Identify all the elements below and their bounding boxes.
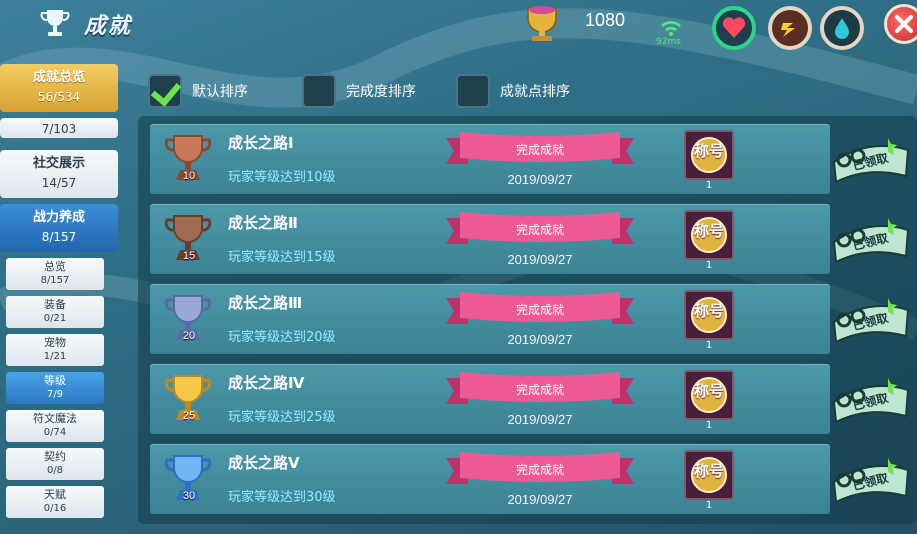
reward-count: 1 xyxy=(705,180,713,191)
trophy-level: 25 xyxy=(182,410,196,422)
sort-points-checkbox[interactable] xyxy=(456,74,490,108)
close-icon xyxy=(895,15,913,33)
sidebar-item-count: 8/157 xyxy=(41,230,77,244)
sidebar-item-overview[interactable]: 成就总览 56/534 xyxy=(0,64,118,112)
sidebar-item-label: 成就总览 xyxy=(32,70,85,85)
top-bar: 成就 1080 92ms xyxy=(0,0,917,56)
achievement-row[interactable]: 15 成长之路Ⅱ 玩家等级达到15级 完成成就 2019/09/27 称号 1 xyxy=(150,204,830,274)
achievement-description: 玩家等级达到15级 xyxy=(228,250,336,265)
achievement-row[interactable]: 10 成长之路Ⅰ 玩家等级达到10级 完成成就 2019/09/27 称号 1 xyxy=(150,124,830,194)
achievement-description: 玩家等级达到25级 xyxy=(228,410,336,425)
gold-cup-currency-icon xyxy=(527,6,557,41)
sidebar-sub-count: 8/157 xyxy=(40,275,70,286)
trophy-level: 20 xyxy=(182,330,196,342)
completion-date: 2019/09/27 xyxy=(507,412,573,427)
sidebar-item-label: 社交展示 xyxy=(32,156,85,171)
sidebar-sub-count: 1/21 xyxy=(43,351,67,362)
completion-date: 2019/09/27 xyxy=(507,172,573,187)
sidebar-sub-count: 0/16 xyxy=(43,503,67,514)
achievement-name: 成长之路Ⅴ xyxy=(228,454,300,472)
drop-icon xyxy=(835,18,849,39)
sort-default-label: 默认排序 xyxy=(192,84,248,100)
achievement-description: 玩家等级达到10级 xyxy=(228,170,336,185)
sidebar-sub-count: 7/9 xyxy=(46,389,64,400)
sidebar-item-count: 7/103 xyxy=(41,122,77,136)
sidebar-sub-pet[interactable]: 宠物 1/21 xyxy=(6,334,104,366)
completion-date: 2019/09/27 xyxy=(507,252,573,267)
sort-points-option[interactable]: 成就点排序 xyxy=(456,74,570,108)
sort-default-option[interactable]: 默认排序 xyxy=(148,74,248,108)
reward-label: 称号 xyxy=(693,382,724,400)
achievement-row[interactable]: 20 成长之路Ⅲ 玩家等级达到20级 完成成就 2019/09/27 称号 1 xyxy=(150,284,830,354)
achievement-row[interactable]: 25 成长之路Ⅳ 玩家等级达到25级 完成成就 2019/09/27 称号 1 xyxy=(150,364,830,434)
trophy-level: 10 xyxy=(182,170,196,182)
trophy-level: 30 xyxy=(182,490,196,502)
sidebar-sub-label: 宠物 xyxy=(44,336,66,349)
achievement-status: 完成成就 xyxy=(515,223,564,237)
sidebar-sub-count: 0/8 xyxy=(46,465,64,476)
reward-label: 称号 xyxy=(693,462,724,480)
achievement-status: 完成成就 xyxy=(515,303,564,317)
achievement-status: 完成成就 xyxy=(515,463,564,477)
sidebar-sub-equipment[interactable]: 装备 0/21 xyxy=(6,296,104,328)
reward-label: 称号 xyxy=(693,142,724,160)
reward-count: 1 xyxy=(705,500,713,511)
achievement-description: 玩家等级达到20级 xyxy=(228,330,336,345)
reward-count: 1 xyxy=(705,340,713,351)
reward-count: 1 xyxy=(705,420,713,431)
reward-label: 称号 xyxy=(693,222,724,240)
sidebar-sub-level[interactable]: 等级 7/9 xyxy=(6,372,104,404)
sort-default-checkbox[interactable] xyxy=(148,74,182,108)
sort-completion-option[interactable]: 完成度排序 xyxy=(302,74,416,108)
sidebar-item-count: 56/534 xyxy=(37,90,81,104)
sidebar-sub-talent[interactable]: 天赋 0/16 xyxy=(6,486,104,518)
wifi-signal-icon xyxy=(661,21,681,36)
sidebar-sub-count: 0/74 xyxy=(43,427,67,438)
completion-date: 2019/09/27 xyxy=(507,492,573,507)
reward-label: 称号 xyxy=(693,302,724,320)
achievement-name: 成长之路Ⅳ xyxy=(228,374,305,392)
sidebar-item-partial[interactable]: 7/103 xyxy=(0,118,118,138)
achievement-name: 成长之路Ⅰ xyxy=(228,134,294,152)
stamina-gauge[interactable] xyxy=(712,6,756,50)
sidebar-item-social[interactable]: 社交展示 14/57 xyxy=(0,150,118,198)
sidebar-sub-label: 总览 xyxy=(44,260,66,273)
sidebar-sub-label: 符文魔法 xyxy=(33,412,77,425)
sidebar-sub-label: 天赋 xyxy=(44,488,66,501)
sidebar-item-label: 战力养成 xyxy=(32,210,85,225)
trophy-icon xyxy=(40,10,70,36)
reward-count: 1 xyxy=(705,260,713,271)
achievement-name: 成长之路Ⅲ xyxy=(228,294,303,312)
sidebar-sub-label: 装备 xyxy=(44,298,66,311)
completion-date: 2019/09/27 xyxy=(507,332,573,347)
bolt-icon xyxy=(781,23,795,37)
sidebar-item-power[interactable]: 战力养成 8/157 xyxy=(0,204,118,252)
coin-amount: 1080 xyxy=(585,10,626,30)
category-sidebar: 成就总览 56/534 7/103 社交展示 14/57 战力养成 8/157 … xyxy=(0,60,125,534)
page-title: 成就 xyxy=(84,14,133,39)
energy-gauge[interactable] xyxy=(768,6,812,50)
close-button[interactable] xyxy=(884,4,917,44)
sidebar-sub-label: 等级 xyxy=(44,374,66,387)
ping-text: 92ms xyxy=(656,37,681,47)
heart-icon xyxy=(722,17,746,38)
sort-completion-checkbox[interactable] xyxy=(302,74,336,108)
sidebar-sub-contract[interactable]: 契约 0/8 xyxy=(6,448,104,480)
sort-points-label: 成就点排序 xyxy=(500,84,570,100)
achievement-status: 完成成就 xyxy=(515,383,564,397)
achievement-name: 成长之路Ⅱ xyxy=(228,214,298,232)
sidebar-sub-count: 0/21 xyxy=(43,313,67,324)
sort-completion-label: 完成度排序 xyxy=(346,84,416,100)
trophy-level: 15 xyxy=(182,250,196,262)
sidebar-item-count: 14/57 xyxy=(41,176,77,190)
achievement-row[interactable]: 30 成长之路Ⅴ 玩家等级达到30级 完成成就 2019/09/27 称号 1 xyxy=(150,444,830,514)
water-gauge[interactable] xyxy=(820,6,864,50)
sidebar-sub-label: 契约 xyxy=(44,450,66,463)
sidebar-sub-overview[interactable]: 总览 8/157 xyxy=(6,258,104,290)
achievement-description: 玩家等级达到30级 xyxy=(228,490,336,505)
sidebar-sub-rune-magic[interactable]: 符文魔法 0/74 xyxy=(6,410,104,442)
achievement-status: 完成成就 xyxy=(515,143,564,157)
